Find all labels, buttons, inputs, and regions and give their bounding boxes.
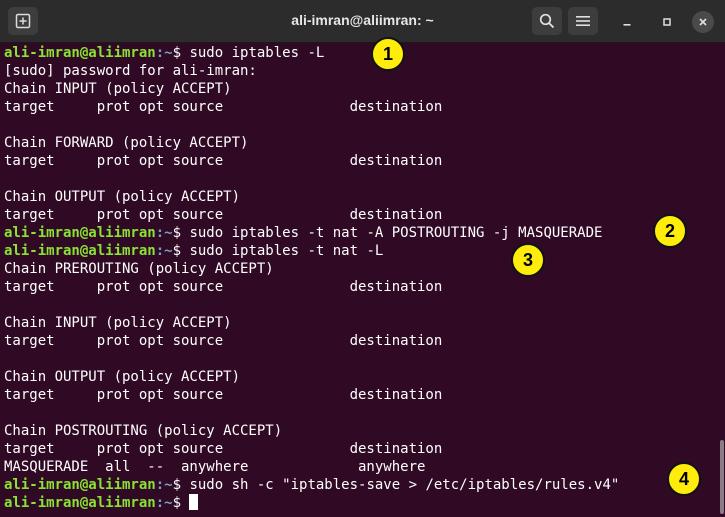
hamburger-menu-icon (576, 16, 590, 26)
prompt-user: ali-imran@aliimran (4, 477, 156, 493)
output-line: MASQUERADE all -- anywhere anywhere (4, 459, 426, 475)
output-line: Chain INPUT (policy ACCEPT) (4, 81, 232, 97)
command-line: ali-imran@aliimran:~$ sudo iptables -L (4, 44, 719, 62)
command-text: sudo iptables -t nat -A POSTROUTING -j M… (189, 225, 603, 241)
prompt-path: :~ (155, 225, 173, 241)
output-line: target prot opt source destination (4, 153, 443, 169)
title-bar: ali-imran@aliimran: ~ (0, 0, 725, 43)
prompt-symbol: $ (172, 477, 190, 493)
output-line: target prot opt source destination (4, 333, 443, 349)
prompt-path: :~ (155, 477, 173, 493)
output-line: Chain INPUT (policy ACCEPT) (4, 315, 232, 331)
command-line: ali-imran@aliimran:~$ sudo iptables -t n… (4, 242, 719, 260)
minimize-button[interactable] (616, 11, 638, 33)
scrollbar[interactable] (720, 440, 724, 514)
output-line: Chain POSTROUTING (policy ACCEPT) (4, 423, 283, 439)
step-badge-2: 2 (653, 214, 687, 248)
command-line: ali-imran@aliimran:~$ sudo sh -c "iptabl… (4, 476, 719, 494)
step-badge-4: 4 (667, 462, 701, 496)
prompt-user: ali-imran@aliimran (4, 243, 156, 259)
minimize-icon (623, 24, 631, 26)
search-icon (539, 13, 555, 29)
terminal-window: ali-imran@aliimran: ~ ali-imran@aliimran… (0, 0, 725, 517)
step-badge-1: 1 (371, 37, 405, 71)
command-line: ali-imran@aliimran:~$ sudo iptables -t n… (4, 224, 719, 242)
prompt-user: ali-imran@aliimran (4, 45, 156, 61)
close-button[interactable] (692, 11, 714, 33)
command-text: sudo sh -c "iptables-save > /etc/iptable… (189, 477, 620, 493)
prompt-symbol: $ (172, 495, 190, 511)
prompt-symbol: $ (172, 45, 190, 61)
output-line: Chain FORWARD (policy ACCEPT) (4, 135, 249, 151)
step-badge-3: 3 (511, 243, 545, 277)
prompt-path: :~ (155, 45, 173, 61)
output-line: target prot opt source destination (4, 441, 443, 457)
active-prompt-line: ali-imran@aliimran:~$ (4, 494, 719, 512)
prompt-user: ali-imran@aliimran (4, 225, 156, 241)
output-line: target prot opt source destination (4, 279, 443, 295)
output-line: Chain OUTPUT (policy ACCEPT) (4, 189, 241, 205)
output-line: target prot opt source destination (4, 387, 443, 403)
output-line: Chain OUTPUT (policy ACCEPT) (4, 369, 241, 385)
command-text: sudo iptables -t nat -L (189, 243, 384, 259)
terminal-output[interactable]: ali-imran@aliimran:~$ sudo iptables -L [s… (4, 44, 719, 512)
maximize-icon (663, 18, 671, 26)
close-icon (699, 18, 707, 26)
prompt-symbol: $ (172, 225, 190, 241)
prompt-path: :~ (155, 495, 173, 511)
prompt-symbol: $ (172, 243, 190, 259)
search-button[interactable] (532, 7, 562, 35)
output-line: Chain PREROUTING (policy ACCEPT) (4, 261, 274, 277)
text-cursor (189, 494, 199, 510)
output-line: [sudo] password for ali-imran: (4, 63, 257, 79)
menu-button[interactable] (568, 7, 598, 35)
command-text: sudo iptables -L (189, 45, 325, 61)
maximize-button[interactable] (656, 11, 678, 33)
prompt-user: ali-imran@aliimran (4, 495, 156, 511)
output-line: target prot opt source destination (4, 99, 443, 115)
output-line: target prot opt source destination (4, 207, 443, 223)
prompt-path: :~ (155, 243, 173, 259)
